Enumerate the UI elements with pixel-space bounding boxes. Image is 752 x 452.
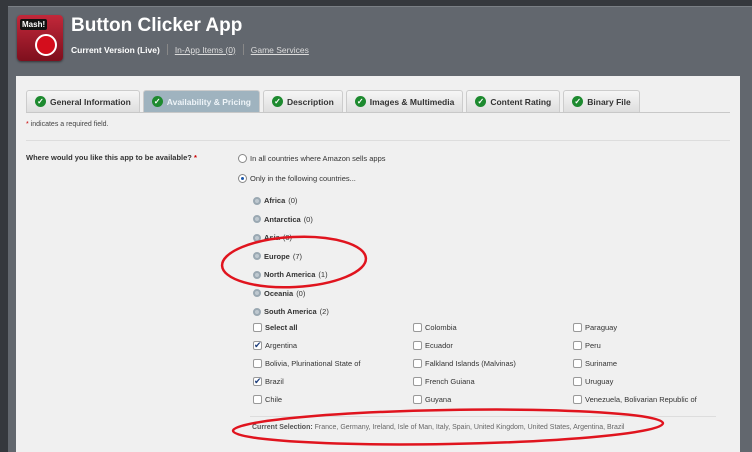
checkbox[interactable]: ✔ [253,341,262,350]
checkbox[interactable] [413,377,422,386]
tab-description[interactable]: ✓ Description [263,90,343,112]
current-selection: Current Selection: France, Germany, Irel… [252,424,625,431]
content-panel: ✓ General Information ✓ Availability & Pric… [16,76,740,452]
radio-selected-countries[interactable]: Only in the following countries... [238,174,356,183]
region-europe[interactable]: Europe (7) [253,252,302,261]
region-north-america[interactable]: North America (1) [253,270,328,279]
region-africa[interactable]: Africa (0) [253,196,297,205]
tab-general-information[interactable]: ✓ General Information [26,90,140,112]
app-logo: Mash! [17,15,63,61]
expand-icon[interactable] [253,196,261,205]
country-checkbox[interactable]: Suriname [573,359,617,368]
check-icon: ✓ [272,96,284,107]
country-checkbox[interactable]: Ecuador [413,341,453,350]
region-south-america[interactable]: South America (2) [253,307,329,316]
country-checkbox[interactable]: Falkland Islands (Malvinas) [413,359,516,368]
checkbox[interactable] [413,323,422,332]
country-checkbox[interactable]: ✔ Argentina [253,341,297,350]
country-checkbox[interactable]: Chile [253,395,282,404]
country-checkbox[interactable]: Guyana [413,395,451,404]
checkbox[interactable] [413,359,422,368]
region-asia[interactable]: Asia (0) [253,233,292,242]
region-oceania[interactable]: Oceania (0) [253,289,305,298]
region-antarctica[interactable]: Antarctica (0) [253,215,313,224]
expand-icon[interactable] [253,270,261,279]
country-checkbox[interactable]: Colombia [413,323,457,332]
checkbox[interactable] [413,395,422,404]
tab-binary-file[interactable]: ✓ Binary File [563,90,640,112]
checkbox[interactable] [573,377,582,386]
checkbox[interactable]: ✔ [253,377,262,386]
country-checkbox[interactable]: Uruguay [573,377,613,386]
checkbox[interactable] [253,323,262,332]
checkbox[interactable] [573,341,582,350]
expand-icon[interactable] [253,233,261,242]
expand-icon[interactable] [253,215,261,223]
check-icon: ✓ [35,96,46,107]
radio-icon[interactable] [238,174,247,183]
game-services-link[interactable]: Game Services [251,45,309,55]
country-checkbox[interactable]: Paraguay [573,323,617,332]
expand-icon[interactable] [253,289,261,297]
required-note: * indicates a required field. [26,121,109,128]
expand-icon[interactable] [253,252,261,260]
radio-all-countries[interactable]: In all countries where Amazon sells apps [238,154,386,163]
tab-images-multimedia[interactable]: ✓ Images & Multimedia [345,90,464,112]
country-checkbox[interactable]: French Guiana [413,377,475,386]
check-icon: ✓ [572,96,584,107]
check-icon: ✓ [354,96,366,107]
check-icon: ✓ [151,96,163,107]
country-checkbox[interactable]: Venezuela, Bolivarian Republic of [573,395,697,404]
sub-nav: Current Version (Live) In-App Items (0) … [71,44,309,55]
checkbox[interactable] [253,395,262,404]
country-checkbox[interactable]: Bolivia, Plurinational State of [253,359,360,368]
checkbox[interactable] [573,395,582,404]
checkbox[interactable] [413,341,422,350]
checkbox[interactable] [253,359,262,368]
availability-question: Where would you like this app to be avai… [26,153,197,162]
app-title: Button Clicker App [71,15,243,36]
in-app-items-link[interactable]: In-App Items (0) [175,45,236,55]
tab-content-rating[interactable]: ✓ Content Rating [466,90,561,112]
check-icon: ✓ [475,96,487,107]
current-version: Current Version (Live) [71,44,160,55]
tab-bar: ✓ General Information ✓ Availability & Pric… [26,90,640,112]
radio-icon[interactable] [238,154,247,163]
country-checkbox[interactable]: Peru [573,341,601,350]
tab-availability-pricing[interactable]: ✓ Availability & Pricing [142,90,261,112]
country-checkbox[interactable]: Select all [253,323,298,332]
country-checkbox[interactable]: ✔ Brazil [253,377,284,386]
expand-icon[interactable] [253,307,261,316]
checkbox[interactable] [573,359,582,368]
checkbox[interactable] [573,323,582,332]
